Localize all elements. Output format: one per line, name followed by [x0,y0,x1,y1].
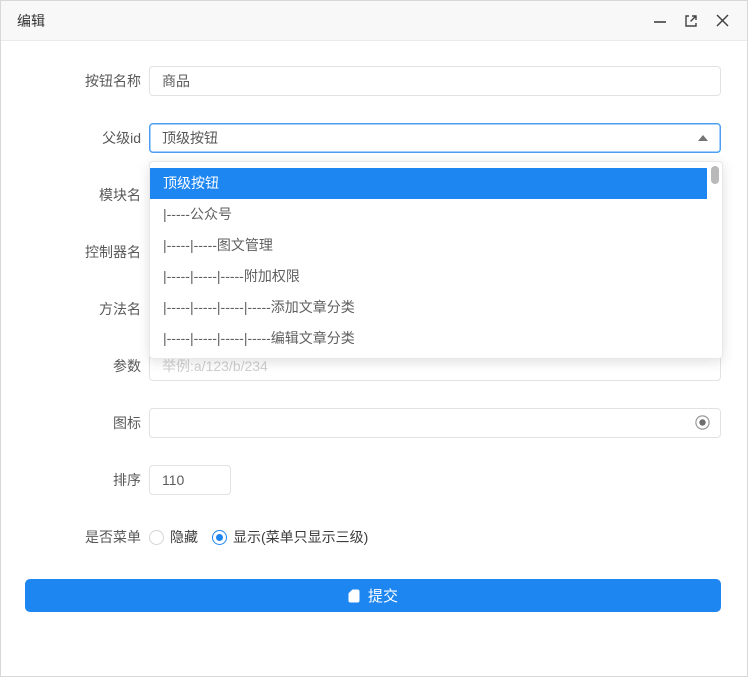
button-name-input[interactable] [149,66,721,96]
dropdown-item[interactable]: |-----|-----图文管理 [150,230,707,261]
dropdown-item[interactable]: |-----|-----|-----附加权限 [150,261,707,292]
parent-id-dropdown-panel: 顶级按钮 |-----公众号 |-----|-----图文管理 |-----|-… [149,161,723,359]
radio-hide-label: 隐藏 [170,527,198,547]
parent-id-select[interactable]: 顶级按钮 [149,123,721,153]
maximize-icon[interactable] [682,12,700,30]
dropdown-item[interactable]: 顶级按钮 [150,168,707,199]
titlebar: 编辑 [1,1,747,41]
edit-pen-icon [348,589,360,603]
radio-option-hide[interactable]: 隐藏 [149,527,198,547]
dropdown-item[interactable]: |-----|-----|-----|-----添加文章分类 [150,292,707,323]
params-label: 参数 [1,356,149,376]
dropdown-scrollbar-thumb[interactable] [711,166,719,184]
radio-option-show[interactable]: 显示(菜单只显示三级) [212,527,368,547]
target-icon[interactable] [694,414,711,436]
minimize-icon[interactable] [651,12,669,30]
chevron-up-icon [698,135,708,141]
form-row-button-name: 按钮名称 [1,66,747,96]
window-controls [651,12,731,30]
sort-input[interactable] [149,465,231,495]
form-row-is-menu: 是否菜单 隐藏 显示(菜单只显示三级) [1,522,747,552]
method-label: 方法名 [1,299,149,319]
controller-label: 控制器名 [1,242,149,262]
radio-unchecked-icon[interactable] [149,530,164,545]
radio-show-label: 显示(菜单只显示三级) [233,527,368,547]
icon-label: 图标 [1,413,149,433]
form-row-icon: 图标 [1,408,747,438]
button-name-label: 按钮名称 [1,71,149,91]
close-icon[interactable] [713,12,731,30]
form-row-sort: 排序 [1,465,747,495]
dialog-title: 编辑 [17,11,45,31]
sort-label: 排序 [1,470,149,490]
dropdown-item[interactable]: |-----公众号 [150,199,707,230]
dropdown-item[interactable]: |-----|-----|-----|-----编辑文章分类 [150,323,707,354]
icon-input[interactable] [149,408,721,438]
parent-id-selected-value: 顶级按钮 [162,128,218,148]
parent-id-label: 父级id [1,128,149,148]
submit-button[interactable]: 提交 [25,579,721,612]
form-row-parent-id: 父级id 顶级按钮 [1,123,747,153]
module-label: 模块名 [1,185,149,205]
radio-checked-icon[interactable] [212,530,227,545]
submit-button-label: 提交 [368,585,398,606]
edit-dialog-window: 编辑 按钮名称 [0,0,748,677]
is-menu-label: 是否菜单 [1,527,149,547]
